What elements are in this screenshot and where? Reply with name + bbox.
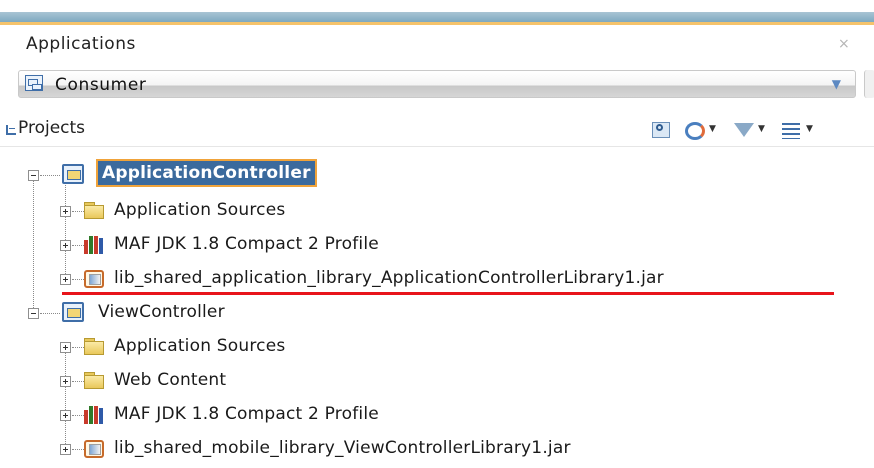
projects-label: Projects xyxy=(18,118,86,138)
layout-options-icon[interactable]: ▼ xyxy=(782,120,826,142)
tree-item-label[interactable]: MAF JDK 1.8 Compact 2 Profile xyxy=(114,404,379,424)
chevron-down-icon: ▼ xyxy=(806,124,813,134)
title-gradient xyxy=(0,12,874,22)
tree-line xyxy=(40,175,60,176)
project-icon xyxy=(62,302,84,322)
expand-node-icon[interactable] xyxy=(60,206,71,217)
tree-item-label[interactable]: lib_shared_mobile_library_ViewController… xyxy=(114,438,571,458)
project-icon xyxy=(62,164,84,184)
tree-row-child[interactable]: Application Sources xyxy=(0,332,874,366)
tree-line xyxy=(72,279,84,280)
application-selector-value: Consumer xyxy=(55,75,147,95)
expand-node-icon[interactable] xyxy=(60,342,71,353)
tree-line xyxy=(72,211,84,212)
library-icon xyxy=(84,234,106,254)
tree-item-label[interactable]: lib_shared_application_library_Applicati… xyxy=(114,268,664,288)
expand-node-icon[interactable] xyxy=(60,240,71,251)
highlight-underline xyxy=(62,292,834,295)
library-icon xyxy=(84,404,106,424)
panel-title: Applications xyxy=(26,34,136,54)
application-menu-button[interactable] xyxy=(864,70,874,98)
collapse-panel-icon[interactable] xyxy=(6,125,16,135)
tree-line xyxy=(72,347,84,348)
tree-item-label[interactable]: MAF JDK 1.8 Compact 2 Profile xyxy=(114,234,379,254)
expand-node-icon[interactable] xyxy=(60,376,71,387)
chevron-down-icon[interactable]: ▼ xyxy=(832,77,841,91)
active-accent xyxy=(0,22,874,25)
tree-line xyxy=(72,381,84,382)
folder-icon xyxy=(84,201,106,221)
expand-node-icon[interactable] xyxy=(60,274,71,285)
jar-icon xyxy=(84,269,106,289)
projects-header: Projects ▼ ▼ ▼ xyxy=(0,116,874,147)
project-name[interactable]: ViewController xyxy=(98,302,225,322)
window-top-bar xyxy=(0,0,874,30)
application-selector[interactable]: Consumer ▼ xyxy=(18,70,856,98)
filter-icon[interactable]: ▼ xyxy=(734,120,776,142)
tree-row-child[interactable]: lib_shared_mobile_library_ViewController… xyxy=(0,434,874,468)
tree-line xyxy=(72,415,84,416)
expand-node-icon[interactable] xyxy=(60,444,71,455)
tree-line xyxy=(72,449,84,450)
tree-line xyxy=(72,245,84,246)
tree-item-label[interactable]: Web Content xyxy=(114,370,226,390)
tree-row-child[interactable]: Application Sources xyxy=(0,196,874,230)
tree-row-child[interactable]: Web Content xyxy=(0,366,874,400)
tree-item-label[interactable]: Application Sources xyxy=(114,200,285,220)
tree-row-child[interactable]: MAF JDK 1.8 Compact 2 Profile xyxy=(0,400,874,434)
chevron-down-icon: ▼ xyxy=(758,124,765,134)
folder-icon xyxy=(84,337,106,357)
tree-row-project[interactable]: ApplicationController xyxy=(0,159,874,196)
jar-icon xyxy=(84,439,106,459)
chevron-down-icon: ▼ xyxy=(709,124,716,134)
project-name[interactable]: ApplicationController xyxy=(96,159,317,187)
find-icon[interactable] xyxy=(652,120,672,142)
tree-line xyxy=(40,313,60,314)
refresh-icon[interactable]: ▼ xyxy=(685,120,727,142)
expand-node-icon[interactable] xyxy=(60,410,71,421)
collapse-node-icon[interactable] xyxy=(28,170,39,181)
tree-item-label[interactable]: Application Sources xyxy=(114,336,285,356)
tree-row-project[interactable]: ViewController xyxy=(0,298,874,332)
close-icon[interactable]: × xyxy=(838,36,850,52)
folder-icon xyxy=(84,371,106,391)
application-icon xyxy=(25,75,43,91)
tree-row-child[interactable]: MAF JDK 1.8 Compact 2 Profile xyxy=(0,230,874,264)
collapse-node-icon[interactable] xyxy=(28,308,39,319)
